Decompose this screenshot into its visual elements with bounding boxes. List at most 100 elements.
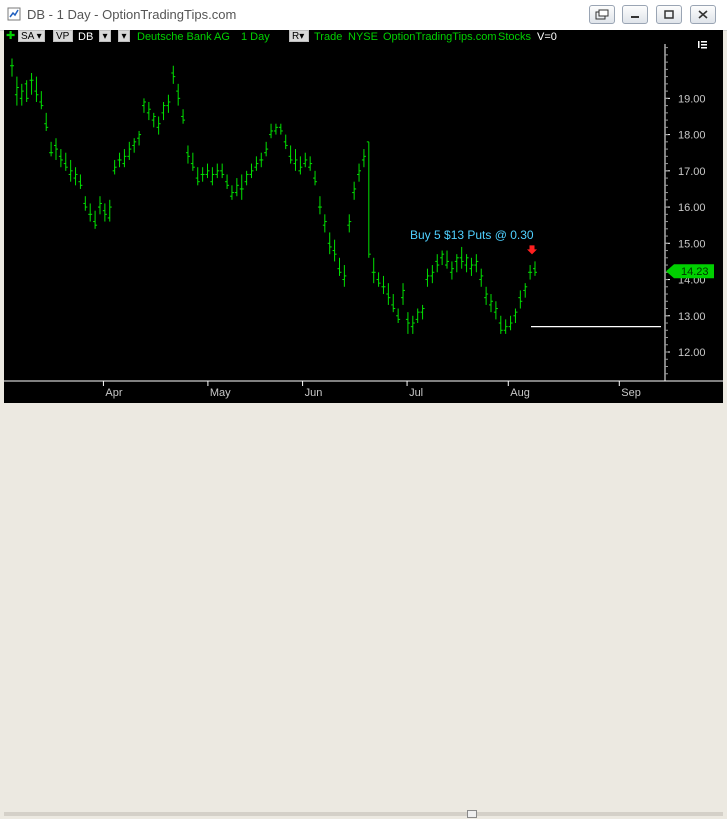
time-tick-label: Jun bbox=[305, 387, 323, 399]
price-bar bbox=[171, 65, 176, 84]
price-bar bbox=[205, 163, 210, 179]
scrollbar-track[interactable] bbox=[4, 812, 723, 816]
price-bar bbox=[469, 257, 474, 276]
price-bar bbox=[513, 308, 518, 324]
price-bar bbox=[518, 290, 523, 309]
price-bar bbox=[366, 141, 371, 258]
price-bar bbox=[405, 312, 410, 334]
price-bar bbox=[176, 83, 181, 106]
price-bar bbox=[161, 101, 166, 121]
price-bar bbox=[303, 152, 308, 168]
price-bar bbox=[523, 283, 528, 298]
price-bar bbox=[19, 83, 24, 106]
last-price-tag: 14.23 bbox=[666, 264, 714, 279]
horizontal-scrollbar[interactable] bbox=[4, 809, 723, 819]
price-bar bbox=[371, 257, 376, 284]
price-bar bbox=[493, 301, 498, 320]
price-tick-label: 15.00 bbox=[678, 238, 706, 250]
price-bar bbox=[34, 76, 39, 102]
price-bar bbox=[44, 112, 49, 131]
price-bar bbox=[137, 130, 142, 146]
maximize-button[interactable] bbox=[656, 5, 682, 24]
price-bar bbox=[244, 170, 249, 186]
price-bar bbox=[88, 203, 93, 222]
price-bar bbox=[430, 265, 435, 284]
price-bar bbox=[313, 170, 318, 186]
minimize-button[interactable] bbox=[622, 5, 648, 24]
price-bar bbox=[93, 210, 98, 229]
price-bar bbox=[225, 174, 230, 189]
price-bar bbox=[449, 261, 454, 280]
price-bar bbox=[239, 174, 244, 200]
price-tick-label: 13.00 bbox=[678, 311, 706, 323]
price-bar bbox=[264, 141, 269, 157]
time-tick-label: Sep bbox=[621, 387, 641, 399]
chart-panel[interactable]: ✚ SA ▾ VP DB ▾ ▾ Deutsche Bank AG 1 Day … bbox=[4, 30, 723, 403]
price-bar bbox=[220, 163, 225, 179]
price-bar bbox=[14, 76, 19, 106]
price-bar bbox=[376, 272, 381, 287]
price-bar bbox=[29, 72, 34, 95]
price-bar bbox=[308, 156, 313, 171]
price-chart[interactable]: 12.0013.0014.0015.0016.0017.0018.0019.00… bbox=[4, 30, 723, 403]
time-tick-label: Jul bbox=[409, 387, 423, 399]
price-bar bbox=[342, 265, 347, 287]
price-bar bbox=[361, 149, 366, 168]
price-bar bbox=[273, 123, 278, 135]
price-bar bbox=[269, 123, 274, 139]
price-bar bbox=[445, 250, 450, 269]
close-button[interactable] bbox=[690, 5, 716, 24]
price-bar bbox=[39, 91, 44, 110]
price-bar bbox=[58, 149, 63, 168]
trade-annotation[interactable]: Buy 5 $13 Puts @ 0.30 bbox=[410, 228, 534, 242]
price-bar bbox=[53, 138, 58, 160]
price-bar bbox=[479, 268, 484, 287]
price-bar bbox=[185, 145, 190, 164]
price-bar bbox=[401, 283, 406, 305]
price-bar bbox=[415, 308, 420, 324]
price-bar bbox=[68, 159, 73, 182]
last-price-label: 14.23 bbox=[681, 266, 709, 278]
price-bar bbox=[127, 141, 132, 160]
price-bar bbox=[215, 163, 220, 179]
arrow-shape bbox=[527, 245, 537, 255]
price-bar bbox=[327, 232, 332, 255]
price-bar bbox=[484, 286, 489, 305]
price-bar bbox=[249, 163, 254, 179]
price-bar bbox=[234, 178, 239, 197]
price-bar bbox=[73, 167, 78, 186]
scrollbar-thumb[interactable] bbox=[467, 810, 477, 818]
price-bar bbox=[78, 174, 83, 189]
price-bar bbox=[278, 123, 283, 135]
price-bar bbox=[259, 152, 264, 168]
price-tick-label: 17.00 bbox=[678, 166, 706, 178]
price-bar bbox=[357, 163, 362, 182]
price-bar bbox=[410, 315, 415, 334]
price-bar bbox=[63, 152, 68, 171]
sell-arrow-icon bbox=[527, 245, 537, 255]
price-axis: 12.0013.0014.0015.0016.0017.0018.0019.00 bbox=[664, 44, 706, 382]
window-title: DB - 1 Day - OptionTradingTips.com bbox=[27, 7, 237, 22]
price-bar bbox=[498, 315, 503, 334]
price-bar bbox=[132, 138, 137, 153]
chart-menu-icon[interactable] bbox=[698, 41, 707, 49]
price-bar bbox=[210, 167, 215, 186]
price-bar bbox=[117, 152, 122, 168]
price-bar bbox=[337, 257, 342, 276]
price-bar bbox=[332, 239, 337, 262]
price-bar bbox=[347, 214, 352, 233]
status-bar bbox=[0, 403, 727, 818]
price-bar bbox=[489, 294, 494, 313]
price-bar bbox=[283, 134, 288, 150]
price-bar bbox=[181, 109, 186, 124]
price-bar bbox=[435, 254, 440, 273]
price-bar bbox=[254, 156, 259, 171]
price-bar bbox=[440, 250, 445, 266]
price-bar bbox=[503, 319, 508, 334]
restore-layout-button[interactable] bbox=[589, 5, 615, 24]
price-bar bbox=[200, 167, 205, 182]
price-bar bbox=[102, 203, 107, 222]
price-bar bbox=[420, 304, 425, 320]
price-bars bbox=[10, 58, 537, 334]
price-bar bbox=[533, 261, 537, 276]
